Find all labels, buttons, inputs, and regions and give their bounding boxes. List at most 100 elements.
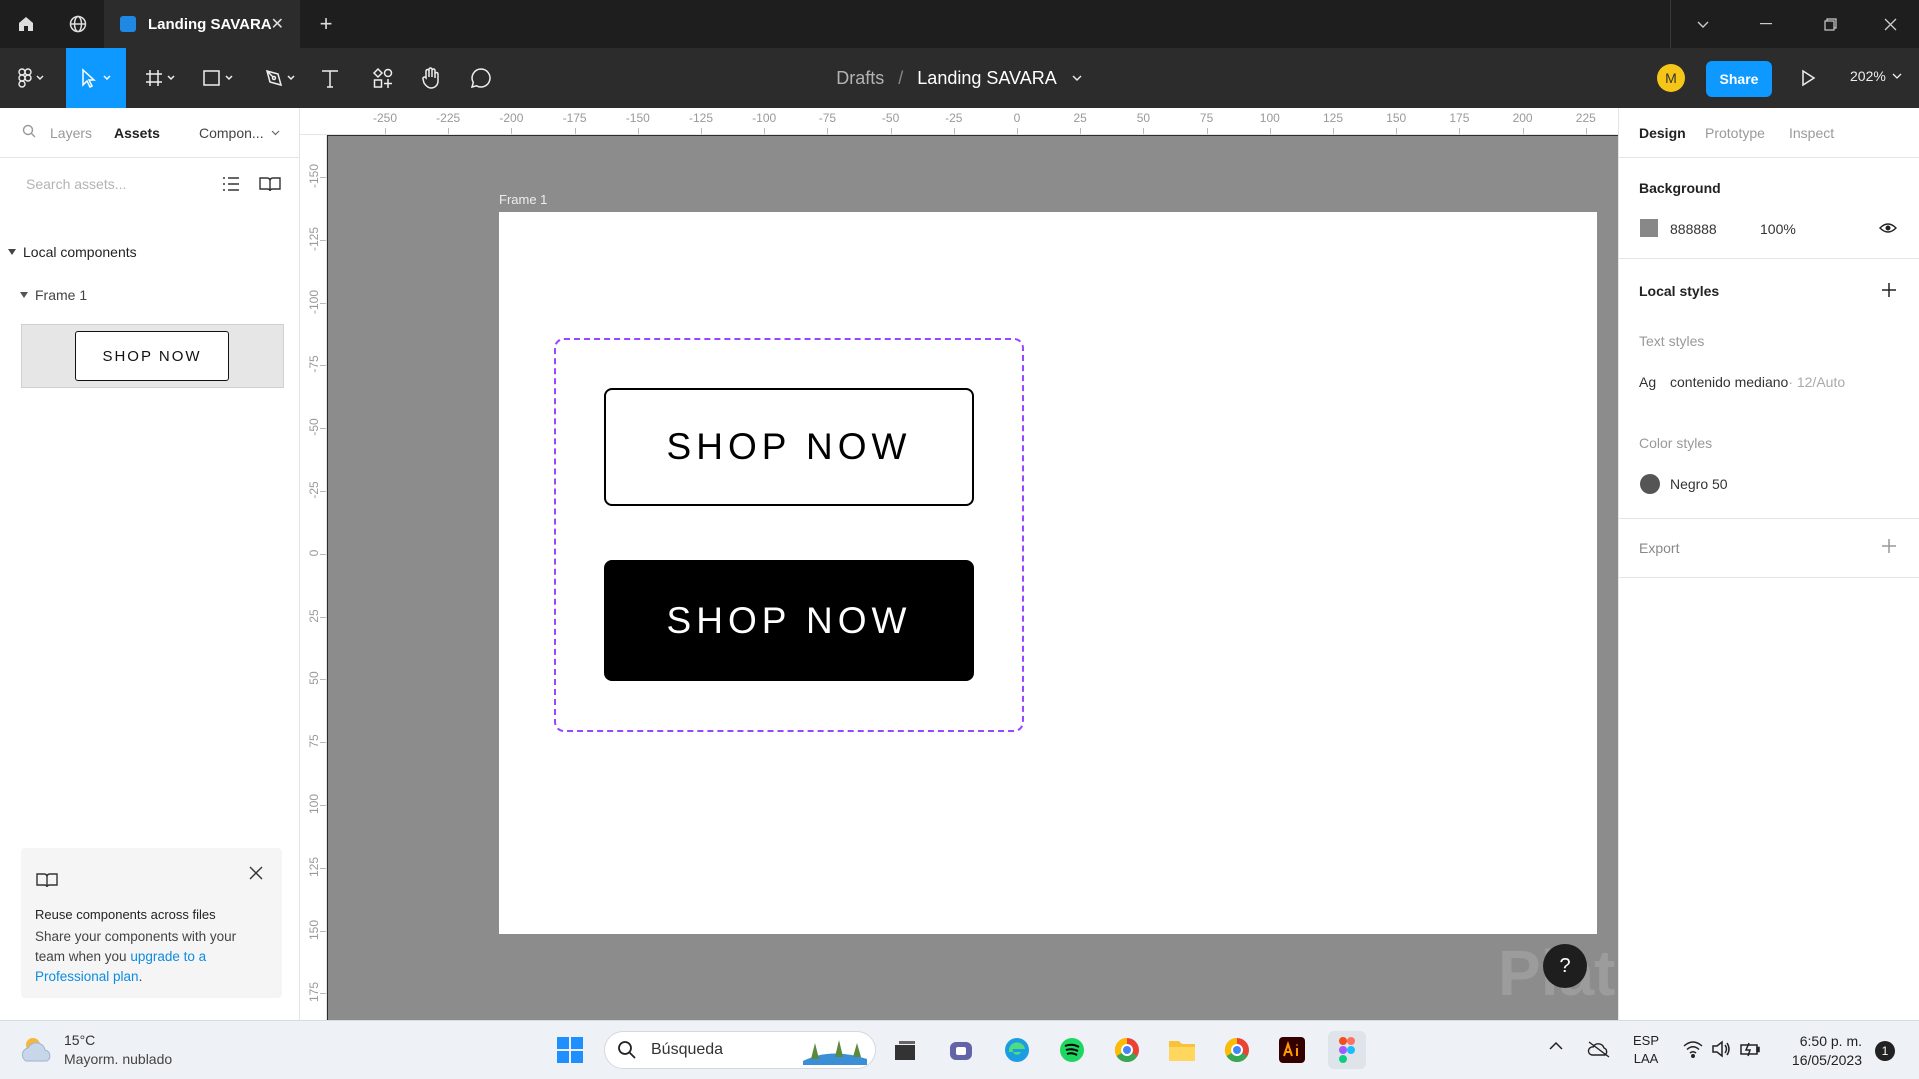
file-explorer-folder-icon[interactable]	[1163, 1031, 1201, 1069]
share-button[interactable]: Share	[1706, 61, 1772, 97]
restore-icon[interactable]	[1798, 0, 1862, 48]
add-style-plus-icon[interactable]	[1881, 282, 1897, 298]
onedrive-offline-icon[interactable]	[1587, 1040, 1611, 1058]
zoom-menu[interactable]: 202%	[1850, 68, 1902, 84]
caret-down-icon	[8, 249, 16, 255]
ruler-tick	[511, 128, 513, 134]
text-style-name: contenido mediano	[1670, 374, 1789, 390]
chevron-down-icon[interactable]	[1670, 0, 1734, 48]
divider	[1619, 258, 1919, 259]
illustrator-icon[interactable]	[1273, 1031, 1311, 1069]
spotify-icon[interactable]	[1053, 1031, 1091, 1069]
teams-chat-icon[interactable]	[943, 1031, 981, 1069]
local-styles-title: Local styles	[1639, 283, 1720, 299]
show-hidden-icons-chevron[interactable]	[1548, 1041, 1564, 1051]
frame-group-label: Frame 1	[35, 287, 88, 303]
promo-body: Share your components with your team whe…	[35, 927, 267, 987]
frame-group[interactable]: Frame 1	[20, 287, 87, 303]
divider	[1619, 518, 1919, 519]
color-style-swatch	[1640, 474, 1660, 494]
ruler-label-top: 125	[1322, 111, 1344, 125]
chevron-down-icon	[1892, 73, 1902, 79]
search-icon[interactable]	[22, 124, 36, 138]
avatar[interactable]: M	[1657, 64, 1685, 92]
component-thumbnail[interactable]: SHOP NOW	[21, 324, 284, 388]
ruler-label-top: 25	[1073, 111, 1087, 125]
close-icon[interactable]	[249, 866, 263, 880]
help-button[interactable]: ?	[1543, 944, 1587, 988]
ruler-label-top: -75	[818, 111, 837, 125]
frame-tool-icon[interactable]	[138, 48, 184, 108]
tab-layers[interactable]: Layers	[50, 125, 92, 141]
color-style-name[interactable]: Negro 50	[1670, 476, 1728, 492]
component-set[interactable]: SHOP NOW SHOP NOW	[554, 338, 1024, 732]
main-menu-icon[interactable]	[4, 48, 58, 108]
tab-assets[interactable]: Assets	[114, 125, 160, 141]
shop-now-outline-button[interactable]: SHOP NOW	[604, 388, 974, 506]
breadcrumb-separator: /	[898, 67, 904, 88]
background-hex-input[interactable]: 888888	[1670, 221, 1717, 237]
text-style-meta: · 12/Auto	[1788, 374, 1846, 390]
ruler-label-top: 225	[1575, 111, 1596, 125]
background-opacity-input[interactable]: 100%	[1760, 221, 1796, 237]
system-tray-status[interactable]	[1683, 1040, 1761, 1058]
close-window-icon[interactable]	[1862, 0, 1919, 48]
breadcrumb-drafts[interactable]: Drafts	[836, 68, 884, 89]
edge-browser-icon[interactable]	[998, 1031, 1036, 1069]
home-icon[interactable]	[0, 0, 52, 48]
background-swatch[interactable]	[1640, 219, 1658, 237]
figma-app-icon[interactable]	[1328, 1031, 1366, 1069]
rectangle-tool-icon[interactable]	[196, 48, 242, 108]
ruler-label-left: 100	[307, 793, 321, 815]
caret-down-icon	[20, 292, 28, 298]
comment-tool-icon[interactable]	[466, 48, 496, 108]
tab-inspect[interactable]: Inspect	[1789, 125, 1834, 141]
tab-design[interactable]: Design	[1639, 125, 1686, 141]
ruler-tick	[764, 128, 766, 134]
ruler-tick	[1333, 128, 1334, 134]
frame-1[interactable]: SHOP NOW SHOP NOW	[499, 212, 1597, 934]
canvas[interactable]: Frame 1 SHOP NOW SHOP NOW Platzi ?	[328, 136, 1665, 1020]
hand-tool-icon[interactable]	[416, 48, 446, 108]
chrome-profile-2-icon[interactable]	[1218, 1031, 1256, 1069]
components-filter-select[interactable]: Compon...	[199, 125, 264, 141]
left-panel: Layers Assets Compon... Search assets...…	[0, 108, 300, 1020]
windows-start-icon[interactable]	[551, 1031, 589, 1069]
add-export-plus-icon[interactable]	[1881, 538, 1897, 554]
frame-label[interactable]: Frame 1	[499, 192, 547, 207]
ruler-label-left: -75	[307, 355, 321, 374]
list-view-icon[interactable]	[222, 176, 240, 192]
file-name[interactable]: Landing SAVARA	[917, 68, 1056, 89]
text-style-item[interactable]: Ag contenido mediano · 12/Auto	[1639, 374, 1845, 390]
minimize-icon[interactable]	[1734, 0, 1798, 48]
present-play-icon[interactable]	[1800, 68, 1816, 88]
pen-tool-icon[interactable]	[258, 48, 304, 108]
clock-date: 16/05/2023	[1791, 1052, 1862, 1068]
local-components-section[interactable]: Local components	[8, 244, 137, 260]
chrome-profile-1-icon[interactable]	[1108, 1031, 1146, 1069]
taskbar-search-label: Búsqueda	[651, 1041, 724, 1058]
community-globe-icon[interactable]	[52, 0, 104, 48]
notification-badge[interactable]: 1	[1875, 1041, 1895, 1061]
ruler-label-top: 50	[1136, 111, 1151, 125]
battery-charging-icon	[1740, 1042, 1760, 1057]
weather-cloud-icon[interactable]	[18, 1033, 58, 1065]
text-tool-icon[interactable]	[316, 48, 344, 108]
resources-icon[interactable]	[368, 48, 398, 108]
chevron-down-icon[interactable]	[271, 130, 280, 136]
right-panel-tabs: Design Prototype Inspect	[1619, 108, 1919, 158]
move-tool[interactable]	[66, 48, 126, 108]
taskbar-search[interactable]: Búsqueda	[604, 1031, 876, 1069]
file-menu-chevron-icon[interactable]	[1071, 74, 1083, 82]
new-tab-icon[interactable]: +	[300, 0, 352, 48]
clock[interactable]: 6:50 p. m. 16/05/2023	[1782, 1032, 1862, 1070]
close-tab-icon[interactable]: ✕	[271, 14, 284, 34]
language-indicator[interactable]: ESP LAA	[1633, 1032, 1659, 1068]
team-library-book-icon[interactable]	[258, 176, 282, 192]
file-tab[interactable]: Landing SAVARA ✕	[104, 0, 300, 48]
visibility-eye-icon[interactable]	[1879, 222, 1897, 234]
shop-now-filled-button[interactable]: SHOP NOW	[604, 560, 974, 681]
tab-prototype[interactable]: Prototype	[1705, 125, 1765, 141]
search-assets-input[interactable]: Search assets...	[26, 176, 126, 192]
task-view-icon[interactable]	[886, 1031, 924, 1069]
